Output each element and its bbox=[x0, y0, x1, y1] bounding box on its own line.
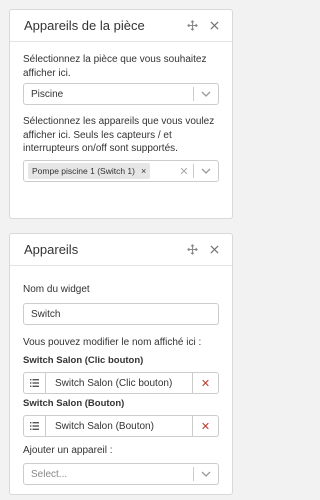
clear-selection-icon[interactable]: ✕ bbox=[175, 165, 193, 178]
room-select[interactable]: Piscine bbox=[23, 83, 219, 105]
chevron-down-icon[interactable] bbox=[194, 161, 218, 181]
move-arrows-icon[interactable] bbox=[184, 242, 200, 258]
close-icon[interactable] bbox=[206, 242, 222, 258]
panel-header: Appareils bbox=[10, 234, 232, 266]
device-item-name: Switch Salon (Bouton) bbox=[55, 420, 154, 432]
devices-help-text: Sélectionnez les appareils que vous voul… bbox=[23, 116, 215, 154]
list-handle-icon[interactable] bbox=[24, 416, 46, 436]
devices-multiselect[interactable]: Pompe piscine 1 (Switch 1) × ✕ bbox=[23, 160, 219, 182]
device-item-row[interactable]: Switch Salon (Clic bouton) ✕ bbox=[23, 372, 219, 394]
move-arrows-icon[interactable] bbox=[184, 18, 200, 34]
tag-label: Pompe piscine 1 (Switch 1) bbox=[32, 166, 135, 176]
delete-x-icon[interactable]: ✕ bbox=[192, 416, 218, 436]
selected-device-tag: Pompe piscine 1 (Switch 1) × bbox=[28, 163, 151, 179]
modify-help-text: Vous pouvez modifier le nom affiché ici … bbox=[23, 337, 202, 348]
add-device-label: Ajouter un appareil : bbox=[23, 445, 113, 456]
room-help-text: Sélectionnez la pièce que vous souhaitez… bbox=[23, 54, 207, 79]
device-item-name: Switch Salon (Clic bouton) bbox=[55, 377, 173, 389]
close-icon[interactable] bbox=[206, 18, 222, 34]
delete-x-icon[interactable]: ✕ bbox=[192, 373, 218, 393]
widget-name-input[interactable]: Switch bbox=[23, 303, 219, 325]
add-device-select[interactable]: Select... bbox=[23, 463, 219, 485]
widget-name-value: Switch bbox=[31, 308, 61, 320]
add-device-placeholder: Select... bbox=[31, 468, 68, 480]
panel-header: Appareils de la pièce bbox=[10, 10, 232, 42]
list-handle-icon[interactable] bbox=[24, 373, 46, 393]
room-select-value: Piscine bbox=[31, 88, 64, 100]
panel-title: Appareils de la pièce bbox=[24, 18, 145, 33]
device-item-row[interactable]: Switch Salon (Bouton) ✕ bbox=[23, 415, 219, 437]
widget-name-label: Nom du widget bbox=[23, 284, 90, 295]
panel-title: Appareils bbox=[24, 242, 79, 257]
room-devices-panel: Appareils de la pièce Sélectionnez la pi… bbox=[9, 9, 233, 219]
device-item-label: Switch Salon (Clic bouton) bbox=[23, 355, 144, 366]
chevron-down-icon[interactable] bbox=[194, 464, 218, 484]
chevron-down-icon[interactable] bbox=[194, 84, 218, 104]
device-item-label: Switch Salon (Bouton) bbox=[23, 398, 125, 409]
devices-panel: Appareils Nom du widget Switch Vous pouv… bbox=[9, 233, 233, 495]
remove-tag-icon[interactable]: × bbox=[137, 166, 150, 176]
